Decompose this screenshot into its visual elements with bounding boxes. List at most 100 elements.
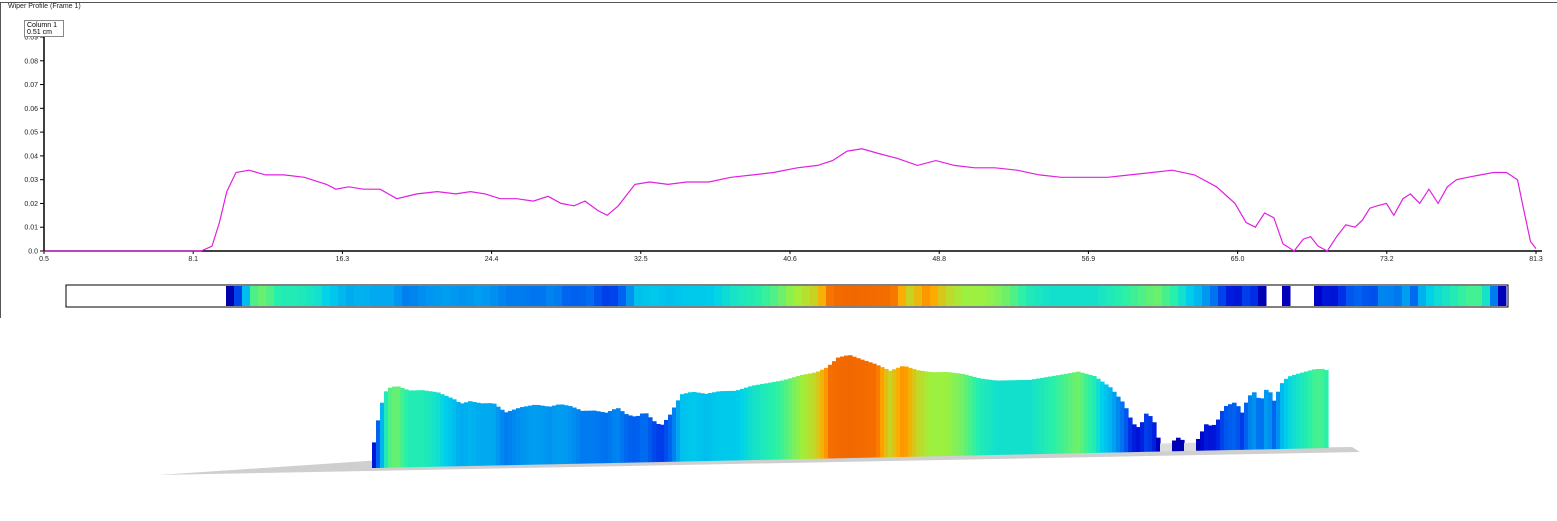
surface-slice [1256, 397, 1261, 450]
surface-slice [496, 406, 501, 466]
surface-slice [672, 407, 677, 462]
surface-slice [1048, 376, 1053, 454]
strip-cell [770, 286, 779, 306]
surface-slice [1268, 392, 1273, 450]
surface-slice [512, 409, 517, 466]
surface-slice [532, 404, 537, 465]
surface-slice [508, 410, 513, 466]
surface-slice [1032, 379, 1037, 455]
surface-slice [1148, 416, 1153, 452]
surface-slice [484, 403, 489, 466]
strip-cell [474, 286, 483, 306]
surface-gap [1160, 443, 1165, 452]
strip-cell [1210, 286, 1219, 306]
y-axis-ticks: 0.00.010.020.030.040.050.060.070.080.09 [24, 35, 44, 256]
surface-slice [1128, 417, 1133, 453]
strip-cell [610, 286, 619, 306]
surface-slice [416, 390, 421, 468]
surface-slice [592, 410, 597, 464]
surface-slice [696, 392, 701, 462]
surface-slice [448, 397, 453, 467]
x-tick-label: 8.1 [188, 256, 198, 263]
strip-cell [1122, 286, 1131, 306]
surface-slice [500, 409, 505, 466]
surface-slice [596, 411, 601, 464]
surface-slice [376, 420, 381, 468]
strip-cell [890, 286, 899, 306]
strip-cell [394, 286, 403, 306]
surface-slice [1308, 370, 1313, 449]
strip-cell [962, 286, 971, 306]
surface-slice [848, 355, 853, 459]
strip-cell [938, 286, 947, 306]
surface-slice [676, 400, 681, 462]
strip-cell [954, 286, 963, 306]
surface-slice [412, 390, 417, 468]
strip-cell [594, 286, 603, 306]
x-tick-label: 40.6 [783, 256, 797, 263]
strip-cell [1202, 286, 1211, 306]
strip-cell [1186, 286, 1195, 306]
profile-chart: 0.5 8.1 16.3 24.4 32.5 40.6 48.8 56.9 65.0 73.2 81… [24, 22, 1543, 475]
surface-slice [516, 408, 521, 465]
surface-slice [956, 373, 961, 456]
strip-cell [986, 286, 995, 306]
surface-slice [1052, 375, 1057, 454]
strip-cell [490, 286, 499, 306]
surface-slice [908, 367, 913, 457]
surface-slice [640, 413, 645, 463]
surface-slice [1060, 374, 1065, 454]
strip-cell [234, 286, 243, 306]
strip-cell [434, 286, 443, 306]
surface-slice [408, 390, 413, 468]
surface-slice [580, 410, 585, 464]
surface-slice [688, 392, 693, 462]
strip-cell [602, 286, 611, 306]
strip-cell [1250, 286, 1259, 306]
strip-cell [994, 286, 1003, 306]
strip-cell [1402, 286, 1411, 306]
strip-cell [746, 286, 755, 306]
strip-cell [722, 286, 731, 306]
surface-slice [904, 366, 909, 457]
x-axis-ticks: 0.5 8.1 16.3 24.4 32.5 40.6 48.8 56.9 65.0 73.2 81… [39, 251, 1543, 263]
cursor-value: 0.51 cm [27, 29, 52, 36]
strip-cell [1090, 286, 1099, 306]
surface-slice [1264, 389, 1269, 450]
surface-slice [1108, 387, 1113, 453]
strip-cell [1338, 286, 1347, 306]
chart-axes [43, 34, 1542, 252]
x-tick-label: 73.2 [1380, 256, 1394, 263]
surface-slice [796, 376, 801, 460]
strip-cell [1218, 286, 1227, 306]
surface-slice [964, 374, 969, 456]
strip-cell [1394, 286, 1403, 306]
surface-slice [668, 414, 673, 462]
strip-cell [834, 286, 843, 306]
y-tick-label: 0.03 [24, 177, 38, 184]
surface-slice [756, 384, 761, 460]
surface-slice [548, 406, 553, 465]
surface-slice [456, 402, 461, 467]
surface-slice [1132, 424, 1137, 453]
strip-cell [250, 286, 259, 306]
strip-cell [762, 286, 771, 306]
surface-slice [1028, 379, 1033, 455]
surface-slice [588, 410, 593, 464]
surface-slice [1120, 401, 1125, 453]
surface-slice [560, 404, 565, 465]
surface-slice [1204, 424, 1209, 451]
x-tick-label: 24.4 [485, 256, 499, 263]
strip-cell [970, 286, 979, 306]
y-tick-label: 0.0 [28, 249, 38, 256]
surface-slice [584, 410, 589, 464]
surface-slice [1304, 371, 1309, 449]
surface-3d-view[interactable] [158, 355, 1360, 475]
surface-slice [692, 391, 697, 462]
strip-cell [842, 286, 851, 306]
surface-slice [1196, 438, 1201, 451]
surface-slice [972, 376, 977, 456]
strip-cell [738, 286, 747, 306]
surface-slice [1316, 369, 1321, 449]
surface-slice [620, 411, 625, 463]
